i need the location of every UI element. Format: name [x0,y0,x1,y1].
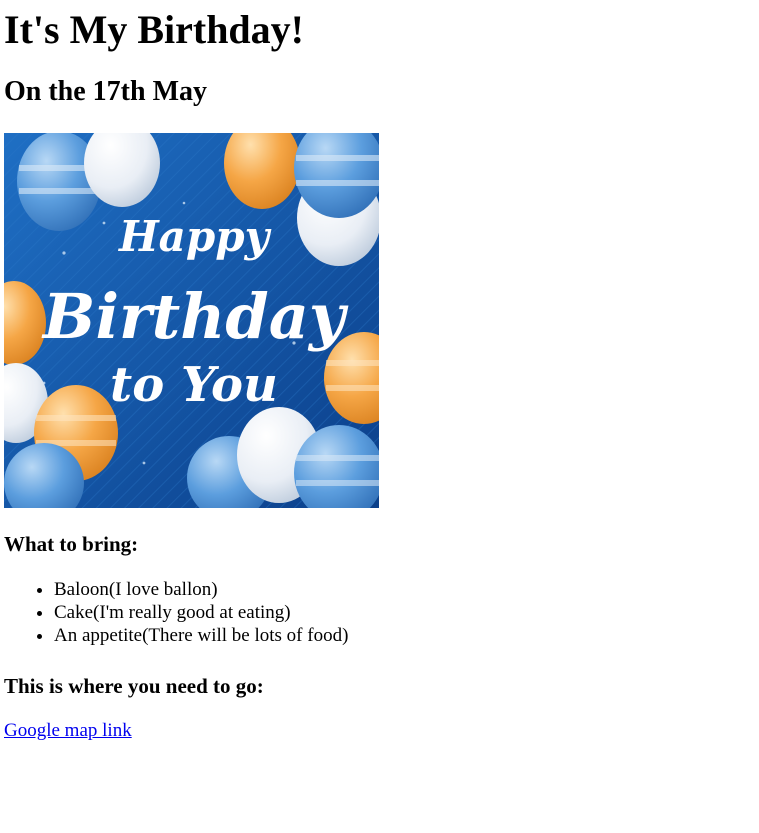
directions-heading: This is where you need to go: [4,674,264,698]
image-text-birthday: Birthday [41,280,349,353]
bring-heading: What to bring: [4,532,139,556]
page-title: It's My Birthday! [4,7,304,52]
image-text-to-you: to You [110,357,278,413]
google-map-link[interactable]: Google map link [4,719,132,742]
list-item: Baloon(I love ballon) [54,578,755,601]
birthday-image: Happy Birthday to You [4,133,379,508]
image-text-happy: Happy [118,212,272,261]
list-item: An appetite(There will be lots of food) [54,624,755,647]
list-item: Cake(I'm really good at eating) [54,601,755,624]
date-heading: On the 17th May [4,76,207,107]
bring-list: Baloon(I love ballon) Cake(I'm really go… [4,578,755,647]
page-content: It's My Birthday! On the 17th May Happy … [0,0,759,742]
